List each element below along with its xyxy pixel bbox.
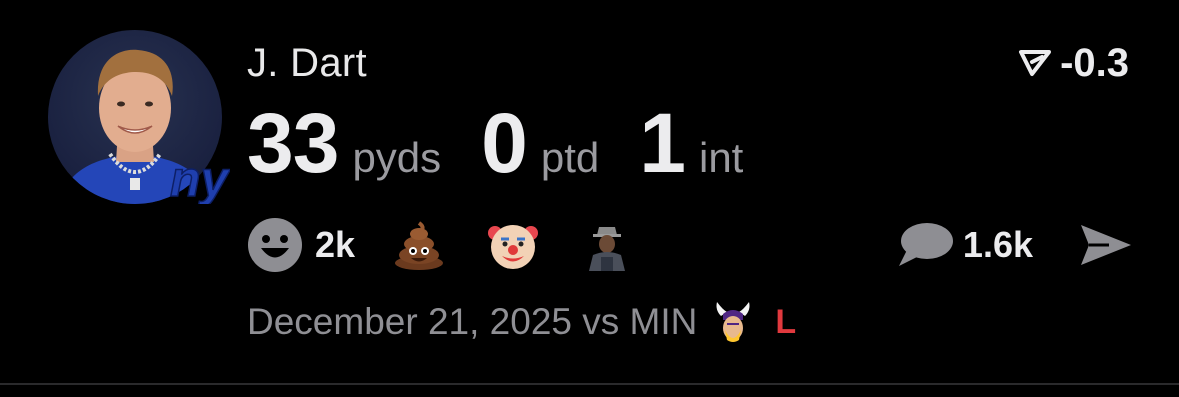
stat-label: pyds — [352, 134, 442, 181]
stat-value: 1 — [639, 96, 686, 190]
comment-count: 1.6k — [962, 224, 1033, 265]
stat-label: int — [698, 134, 744, 181]
meme-sticker-icon[interactable] — [581, 219, 634, 271]
post-actions: 1.6k — [897, 218, 1133, 272]
rating-value: -0.3 — [1060, 41, 1129, 85]
game-date: December 21, 2025 vs MIN — [247, 301, 698, 342]
game-info[interactable]: December 21, 2025 vs MIN L — [247, 296, 796, 348]
reactions-bar: 2k — [247, 217, 634, 273]
row-divider — [0, 383, 1179, 385]
react-button[interactable]: 2k — [247, 217, 355, 273]
poop-emoji-icon[interactable] — [393, 219, 445, 271]
stat-passing-yards: 33 pyds — [247, 98, 441, 188]
reaction-count: 2k — [315, 224, 356, 265]
rating-triangle-icon — [1019, 50, 1052, 76]
stat-line: 33 pyds 0 ptd 1 int — [247, 98, 743, 188]
stat-value: 33 — [247, 96, 339, 190]
game-result: L — [775, 302, 797, 341]
clown-emoji-icon[interactable] — [487, 219, 539, 271]
speech-bubble-icon — [898, 223, 953, 266]
smiley-icon — [248, 218, 302, 272]
send-arrow-icon[interactable] — [1079, 223, 1133, 267]
vikings-logo-icon — [716, 302, 750, 342]
stat-passing-tds: 0 ptd — [481, 98, 599, 188]
rating-badge: -0.3 — [1018, 40, 1129, 86]
stat-value: 0 — [481, 96, 528, 190]
comments-button[interactable]: 1.6k — [897, 222, 1033, 268]
stat-interceptions: 1 int — [639, 98, 743, 188]
stat-card[interactable]: ny J. Dart -0.3 33 pyds 0 ptd 1 int 2k 1… — [0, 0, 1179, 383]
player-name[interactable]: J. Dart — [247, 40, 367, 86]
giants-logo-icon: ny — [169, 150, 230, 204]
stat-label: ptd — [540, 134, 600, 181]
svg-text:ny: ny — [170, 151, 230, 204]
